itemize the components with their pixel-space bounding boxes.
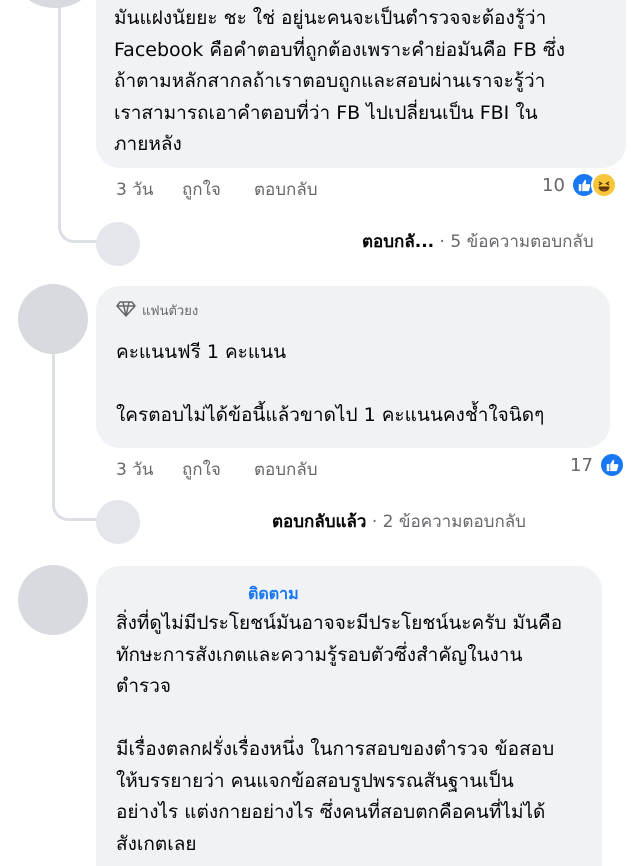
comment-time: 3 วัน	[116, 180, 154, 200]
badge-label: แฟนตัวยง	[142, 304, 199, 319]
comment-bubble: แฟนตัวยง คะแนนฟรี 1 คะแนน ใครตอบไม่ได้ข้…	[96, 286, 610, 448]
comment-text: สิ่งที่ดูไม่มีประโยชน์มันอาจจะมีประโยชน์…	[116, 612, 563, 855]
like-button[interactable]: ถูกใจ	[182, 456, 254, 483]
reply-preview-name: ตอบกลั...	[362, 232, 435, 252]
reply-avatar[interactable]	[96, 222, 140, 266]
comment-actions: 3 วัน ถูกใจ ตอบกลับ	[116, 456, 318, 483]
reaction-summary[interactable]: 10	[542, 172, 617, 198]
reply-count: · 5 ข้อความตอบกลับ	[439, 232, 594, 252]
thread-line-curve	[52, 500, 99, 521]
top-fan-badge: แฟนตัวยง	[116, 300, 590, 321]
reply-preview-name: ตอบกลับแล้ว	[272, 512, 367, 532]
reaction-count: 10	[542, 174, 565, 196]
avatar[interactable]	[18, 284, 88, 354]
reply-count: · 2 ข้อความตอบกลับ	[371, 512, 526, 532]
reaction-count: 17	[570, 454, 593, 476]
thread-line-curve	[58, 224, 99, 243]
like-icon	[598, 452, 625, 478]
reaction-summary[interactable]: 17	[570, 452, 625, 478]
comment-time: 3 วัน	[116, 460, 154, 480]
avatar[interactable]	[20, 0, 90, 8]
thread-line	[52, 350, 55, 500]
comment-bubble: ติดตาม สิ่งที่ดูไม่มีประโยชน์มันอาจจะมีป…	[96, 566, 602, 866]
reply-avatar[interactable]	[96, 500, 140, 544]
comment-bubble: มันแฝงนัยยะ ชะ ใช่ อยู่นะคนจะเป็นตำรวจจะ…	[96, 0, 626, 168]
haha-icon	[590, 172, 617, 198]
comment-actions: 3 วัน ถูกใจ ตอบกลับ	[116, 176, 318, 203]
follow-label[interactable]: ติดตาม	[248, 584, 299, 603]
comment-text: คะแนนฟรี 1 คะแนน ใครตอบไม่ได้ข้อนี้แล้วข…	[116, 341, 545, 426]
reply-button[interactable]: ตอบกลับ	[254, 176, 318, 203]
view-replies-link[interactable]: ตอบกลั... · 5 ข้อความตอบกลับ	[362, 228, 594, 255]
comment-text: มันแฝงนัยยะ ชะ ใช่ อยู่นะคนจะเป็นตำรวจจะ…	[114, 7, 566, 155]
reply-button[interactable]: ตอบกลับ	[254, 456, 318, 483]
view-replies-link[interactable]: ตอบกลับแล้ว · 2 ข้อความตอบกลับ	[272, 508, 526, 535]
diamond-icon	[116, 300, 136, 321]
avatar[interactable]	[18, 565, 88, 635]
thread-line	[58, 0, 61, 226]
follow-link[interactable]: ติดตาม	[116, 582, 582, 603]
like-button[interactable]: ถูกใจ	[182, 176, 254, 203]
